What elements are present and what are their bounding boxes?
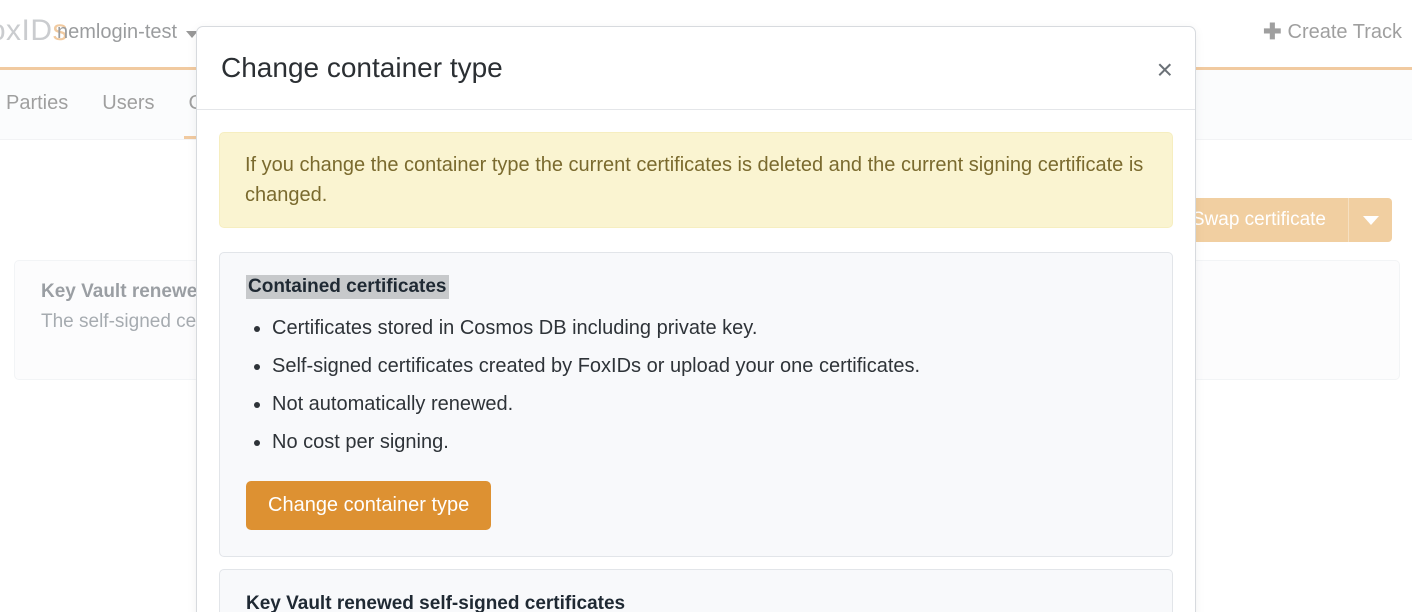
app-root: FoxIDs nemlogin-test ✚ Create Track Part… bbox=[0, 0, 1412, 612]
contained-certificates-heading: Contained certificates bbox=[246, 275, 449, 299]
change-container-type-button[interactable]: Change container type bbox=[246, 481, 492, 530]
warning-alert-text: If you change the container type the cur… bbox=[245, 154, 1144, 206]
key-vault-renewed-heading: Key Vault renewed self-signed certificat… bbox=[246, 593, 626, 612]
contained-certificates-bullet-list: Certificates stored in Cosmos DB includi… bbox=[272, 313, 1146, 457]
list-item: Self-signed certificates created by FoxI… bbox=[272, 351, 1146, 381]
dialog-body: If you change the container type the cur… bbox=[197, 110, 1195, 612]
key-vault-renewed-section: Key Vault renewed self-signed certificat… bbox=[219, 569, 1173, 612]
dialog-header: Change container type × bbox=[197, 27, 1195, 110]
change-container-type-dialog: Change container type × If you change th… bbox=[196, 26, 1196, 612]
warning-alert: If you change the container type the cur… bbox=[219, 132, 1173, 228]
list-item: Not automatically renewed. bbox=[272, 389, 1146, 419]
close-icon[interactable]: × bbox=[1157, 56, 1173, 84]
dialog-title: Change container type bbox=[221, 52, 503, 83]
list-item: No cost per signing. bbox=[272, 427, 1146, 457]
list-item: Certificates stored in Cosmos DB includi… bbox=[272, 313, 1146, 343]
contained-certificates-section: Contained certificates Certificates stor… bbox=[219, 252, 1173, 557]
